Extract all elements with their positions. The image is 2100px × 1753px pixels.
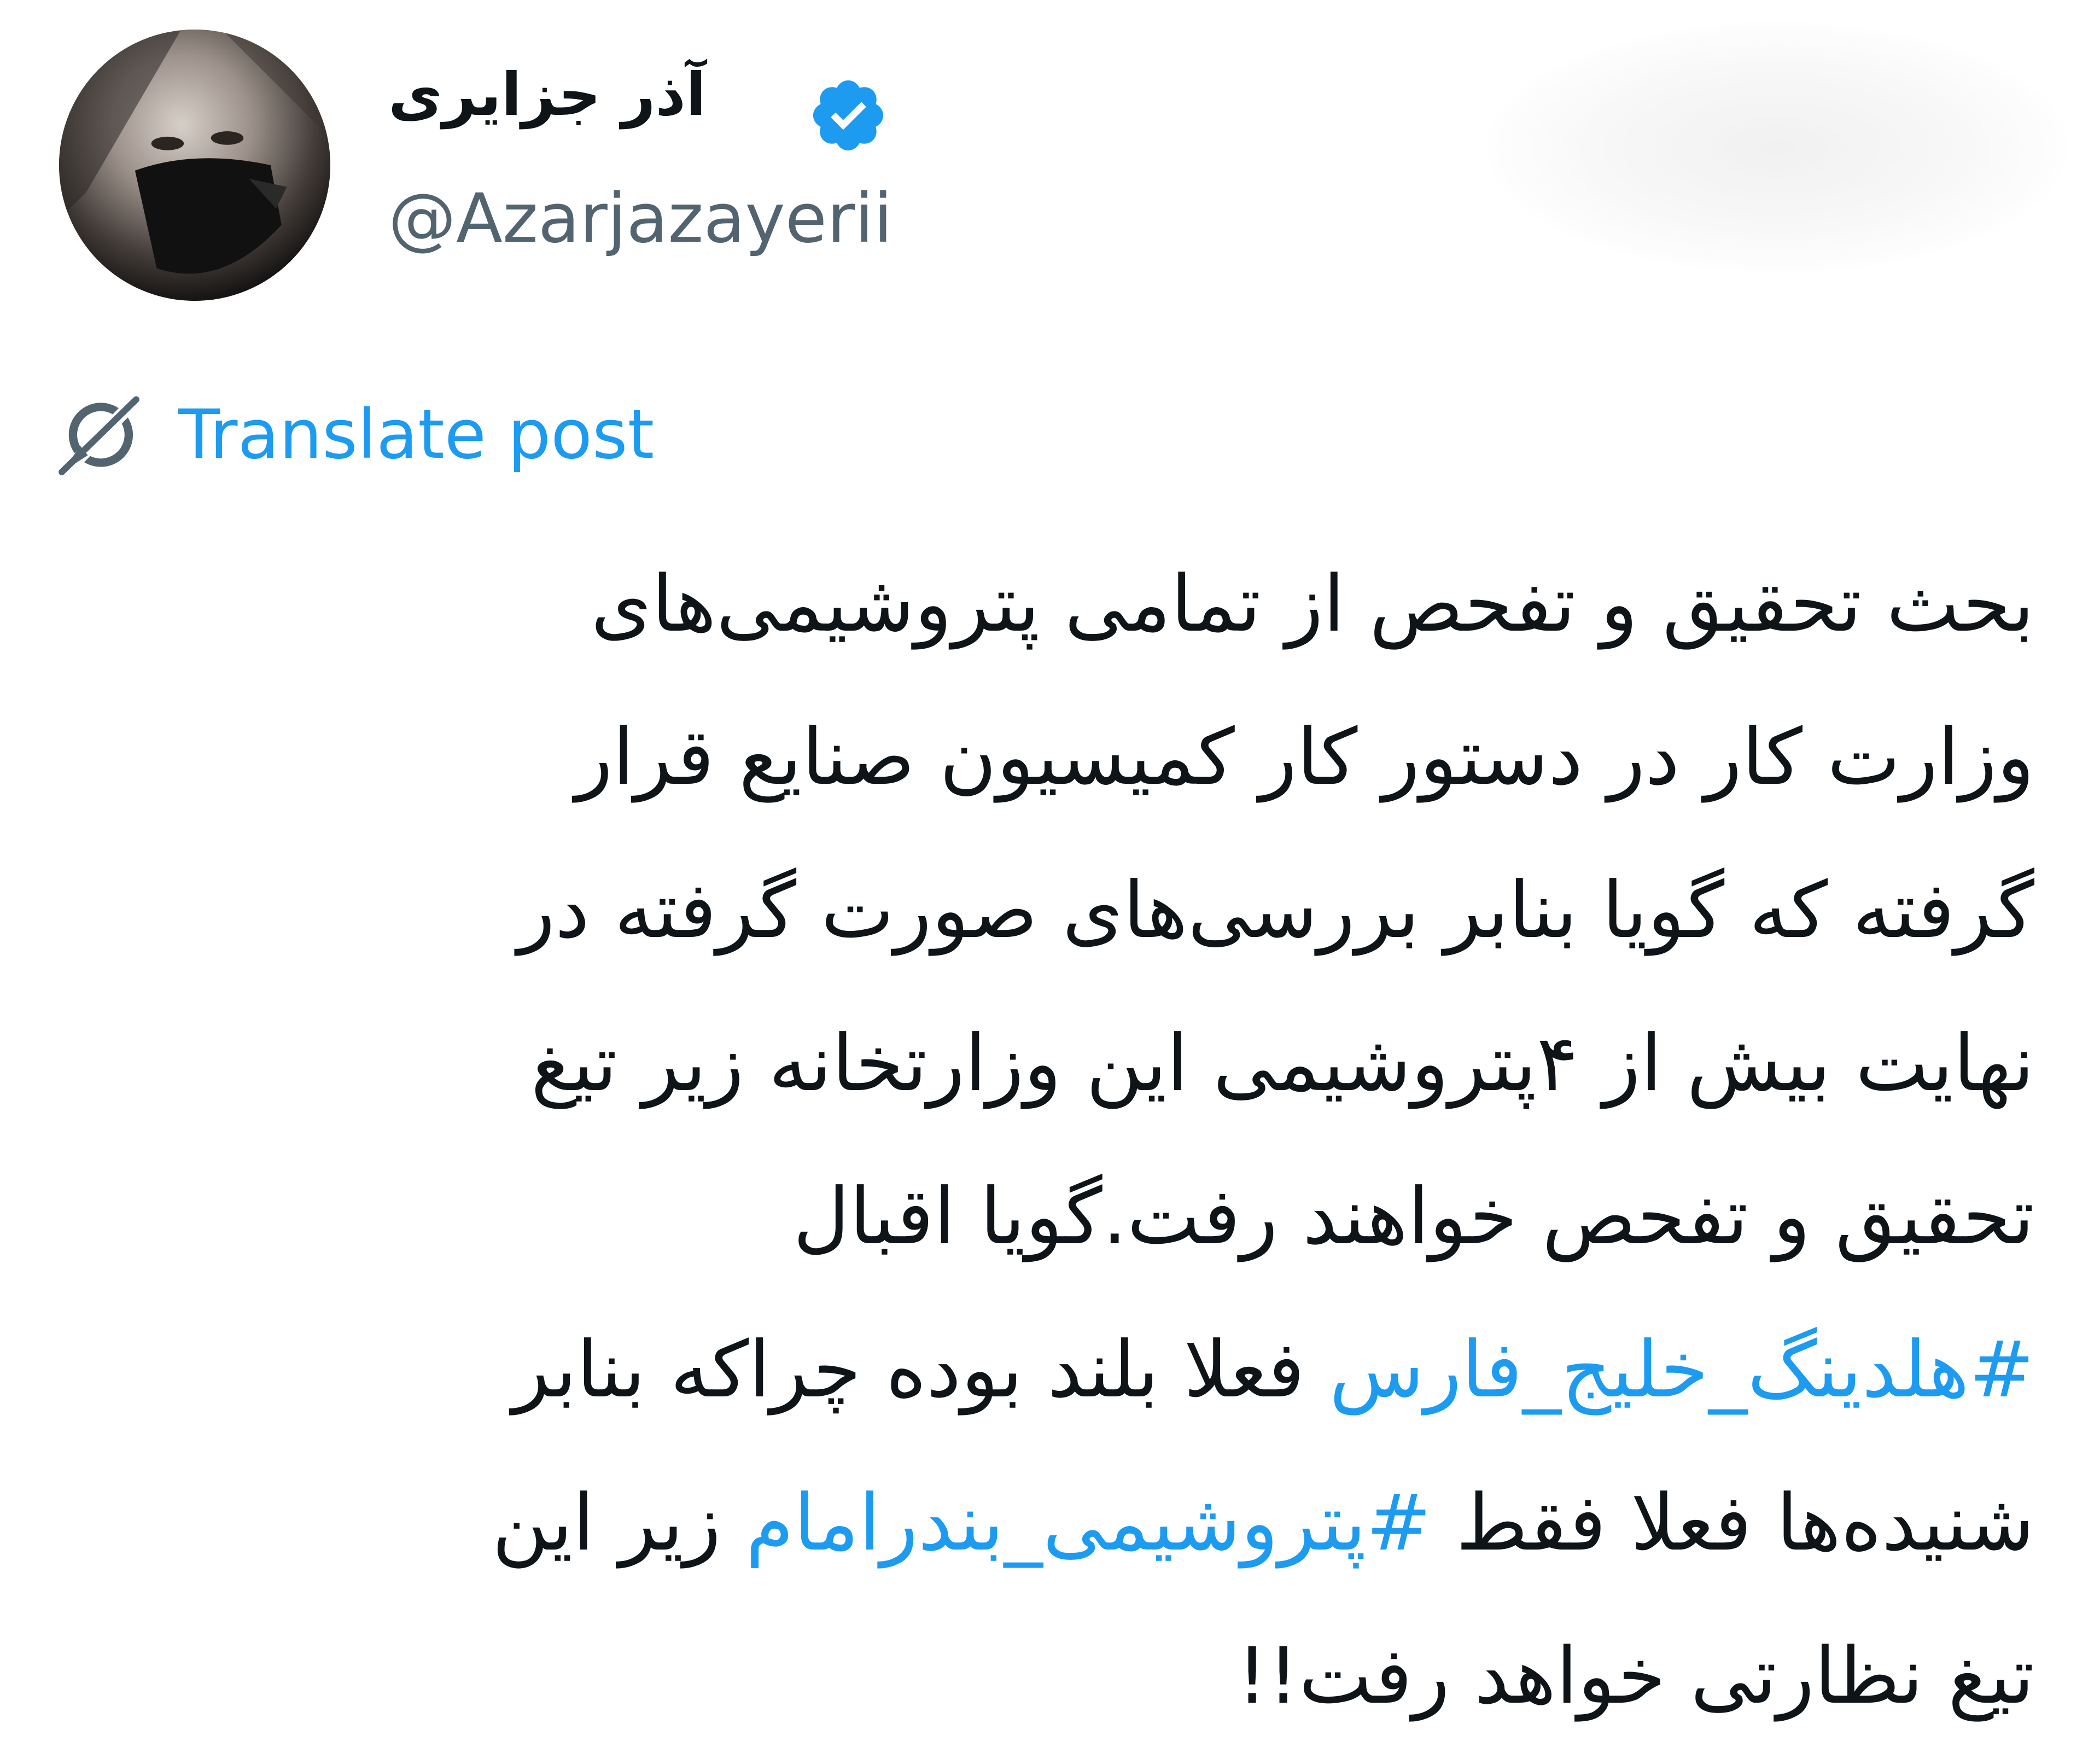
post-line: گرفته که گویا بنابر بررسی‌های صورت گرفته…: [517, 865, 2034, 956]
hashtag-link[interactable]: #پتروشیمی_بندرامام: [745, 1478, 1431, 1568]
avatar-photo: [59, 30, 330, 301]
post-line: بحث تحقیق و تفحص از تمامی پتروشیمی‌های: [591, 559, 2034, 649]
post-line: تیغ نظارتی خواهد رفت!!: [1236, 1631, 2034, 1721]
translate-post-label[interactable]: Translate post: [178, 401, 654, 469]
display-name[interactable]: آذر جزایری: [388, 66, 706, 125]
post-line-text: شنیده‌ها فعلا فقط: [1431, 1478, 2034, 1568]
post-line-text: فعلا بلند بوده چراکه بنابر: [512, 1325, 1329, 1415]
user-handle[interactable]: @Azarjazayerii: [388, 185, 892, 253]
translate-globe-icon: [59, 393, 143, 479]
post-line: تحقیق و تفحص خواهند رفت.گویا اقبال: [793, 1172, 2034, 1262]
post-line: نهایت بیش از ۴پتروشیمی این وزارتخانه زیر…: [530, 1018, 2034, 1109]
hashtag-link[interactable]: #هلدینگ_خلیج_فارس: [1329, 1325, 2034, 1415]
verified-badge-icon: [813, 80, 884, 151]
background-haze: [1488, 22, 2067, 273]
avatar[interactable]: [59, 30, 330, 301]
post-text: بحث تحقیق و تفحص از تمامی پتروشیمی‌های و…: [88, 528, 2034, 1753]
post-line-text: زیر این: [492, 1478, 746, 1568]
translate-post-button[interactable]: Translate post: [52, 383, 654, 487]
post-line: وزارت کار در دستور کار کمیسیون صنایع قرا…: [575, 712, 2034, 802]
post-line: شنیده‌ها فعلا فقط #پتروشیمی_بندرامام زیر…: [88, 1447, 2034, 1600]
post-line: #هلدینگ_خلیج_فارس فعلا بلند بوده چراکه ب…: [88, 1294, 2034, 1447]
